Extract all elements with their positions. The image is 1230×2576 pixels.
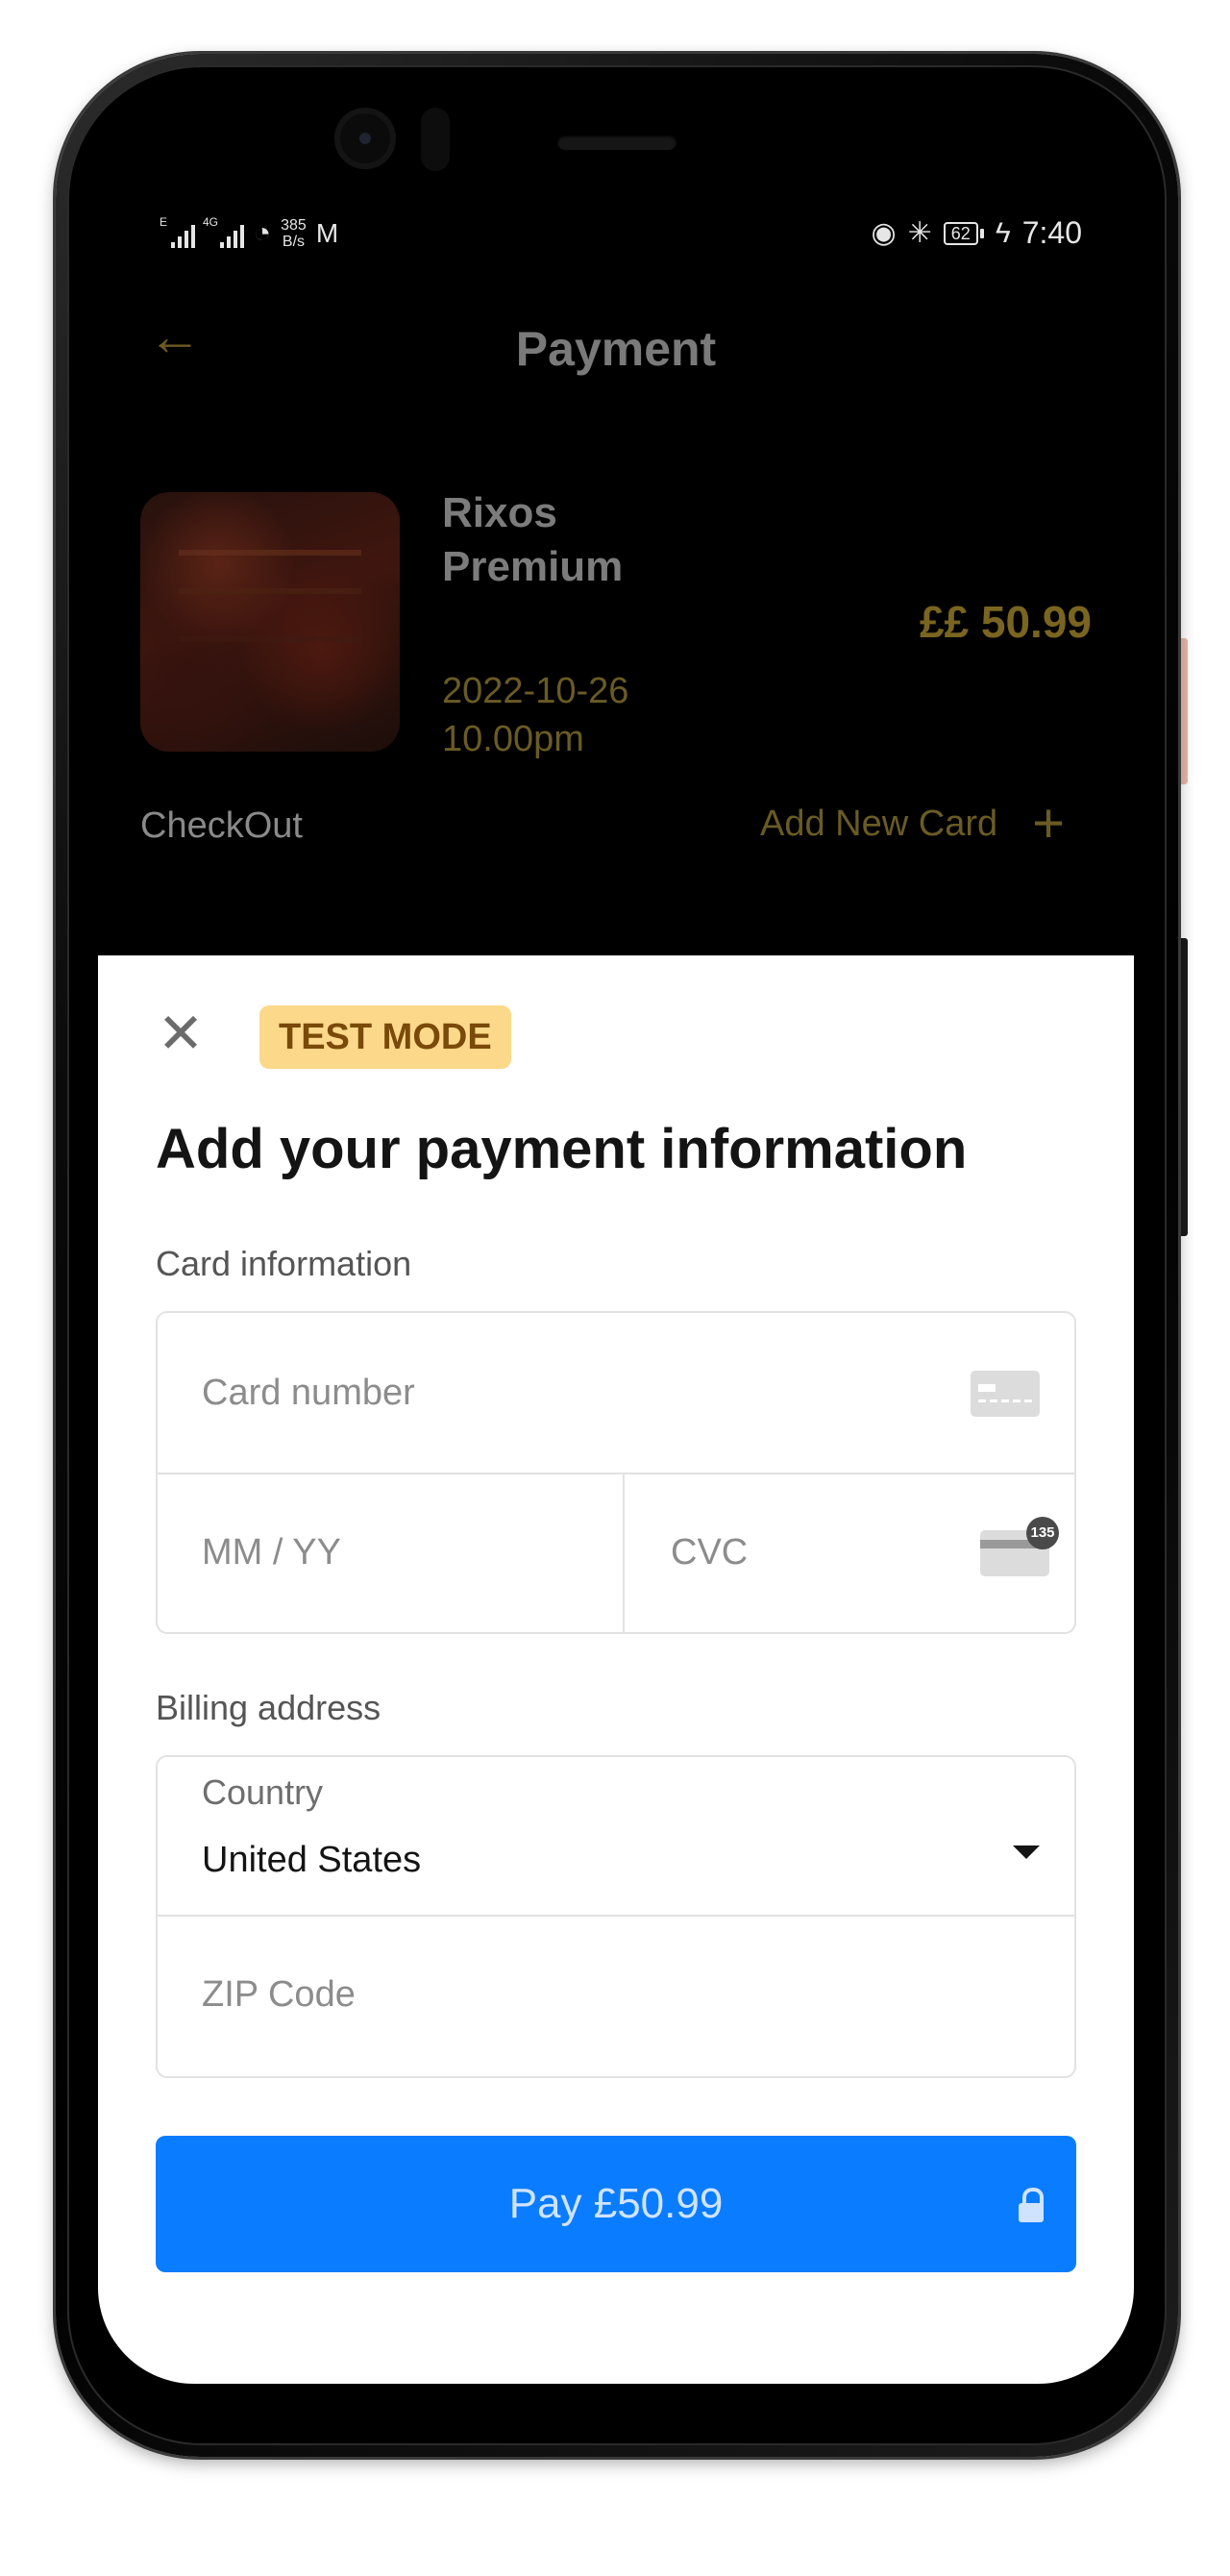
checkout-label: CheckOut — [140, 805, 303, 846]
payment-sheet: ✕ TEST MODE Add your payment information… — [98, 955, 1134, 2384]
country-value: United States — [202, 1840, 422, 1880]
event-image — [140, 492, 400, 752]
chevron-down-icon — [1013, 1845, 1040, 1859]
event-name: Rixos Premium — [442, 489, 624, 590]
close-icon[interactable]: ✕ — [156, 1006, 206, 1062]
earpiece-speaker — [557, 135, 676, 150]
add-new-card-label: Add New Card — [760, 803, 998, 844]
cvc-card-icon: 135 — [980, 1517, 1059, 1576]
zip-code-field[interactable]: ZIP Code — [158, 1917, 1074, 2076]
network-speed: 385 B/s — [281, 217, 307, 250]
pay-button[interactable]: Pay £50.99 — [156, 2136, 1076, 2272]
gmail-icon: M — [315, 218, 339, 248]
signal-icon: E — [160, 215, 195, 248]
wifi-icon: ◔ — [254, 217, 272, 249]
country-label: Country — [202, 1772, 324, 1812]
sheet-heading: Add your payment information — [156, 1118, 968, 1180]
bluetooth-icon: ✳ — [907, 217, 932, 249]
charging-icon: ϟ — [995, 216, 1011, 249]
cvc-placeholder: CVC — [671, 1532, 749, 1573]
card-information-group: Card number MM / YY CVC 135 — [156, 1311, 1076, 1634]
status-bar: E 4G ◔ 385 B/s M ◉ ✳ 62 ϟ 7:40 — [98, 194, 1134, 281]
cvc-field[interactable]: CVC 135 — [625, 1474, 1074, 1632]
zip-code-placeholder: ZIP Code — [202, 1974, 356, 2015]
screen: E 4G ◔ 385 B/s M ◉ ✳ 62 ϟ 7:40 ← Payment… — [98, 194, 1134, 2384]
expiry-field[interactable]: MM / YY — [158, 1474, 625, 1632]
billing-address-group: Country United States ZIP Code — [156, 1755, 1076, 2078]
status-left: E 4G ◔ 385 B/s M — [160, 215, 339, 250]
card-number-placeholder: Card number — [202, 1373, 415, 1413]
app-header: ← Payment — [98, 281, 1134, 396]
status-time: 7:40 — [1021, 215, 1082, 250]
expiry-placeholder: MM / YY — [202, 1532, 341, 1573]
credit-card-icon — [971, 1371, 1040, 1417]
eye-icon: ◉ — [871, 217, 897, 249]
signal-icon-4g: 4G — [203, 215, 244, 248]
country-select[interactable]: Country United States — [158, 1757, 1074, 1917]
proximity-sensor — [421, 108, 450, 171]
card-information-label: Card information — [156, 1244, 412, 1283]
card-number-field[interactable]: Card number — [158, 1313, 1074, 1474]
battery-icon: 62 — [943, 221, 984, 245]
device-frame: E 4G ◔ 385 B/s M ◉ ✳ 62 ϟ 7:40 ← Payment… — [0, 0, 1230, 2576]
pay-button-label: Pay £50.99 — [508, 2180, 724, 2227]
page-title: Payment — [515, 322, 717, 376]
front-camera — [334, 108, 396, 169]
status-right: ◉ ✳ 62 ϟ 7:40 — [871, 215, 1082, 251]
lock-icon — [1019, 2188, 1044, 2222]
add-new-card-button[interactable]: Add New Card + — [760, 792, 1065, 855]
event-price: ££ 50.99 — [919, 597, 1092, 647]
event-datetime: 2022-10-26 10.00pm — [442, 671, 629, 759]
plus-icon: + — [1032, 792, 1065, 855]
test-mode-badge: TEST MODE — [259, 1005, 511, 1069]
billing-address-label: Billing address — [156, 1688, 381, 1727]
